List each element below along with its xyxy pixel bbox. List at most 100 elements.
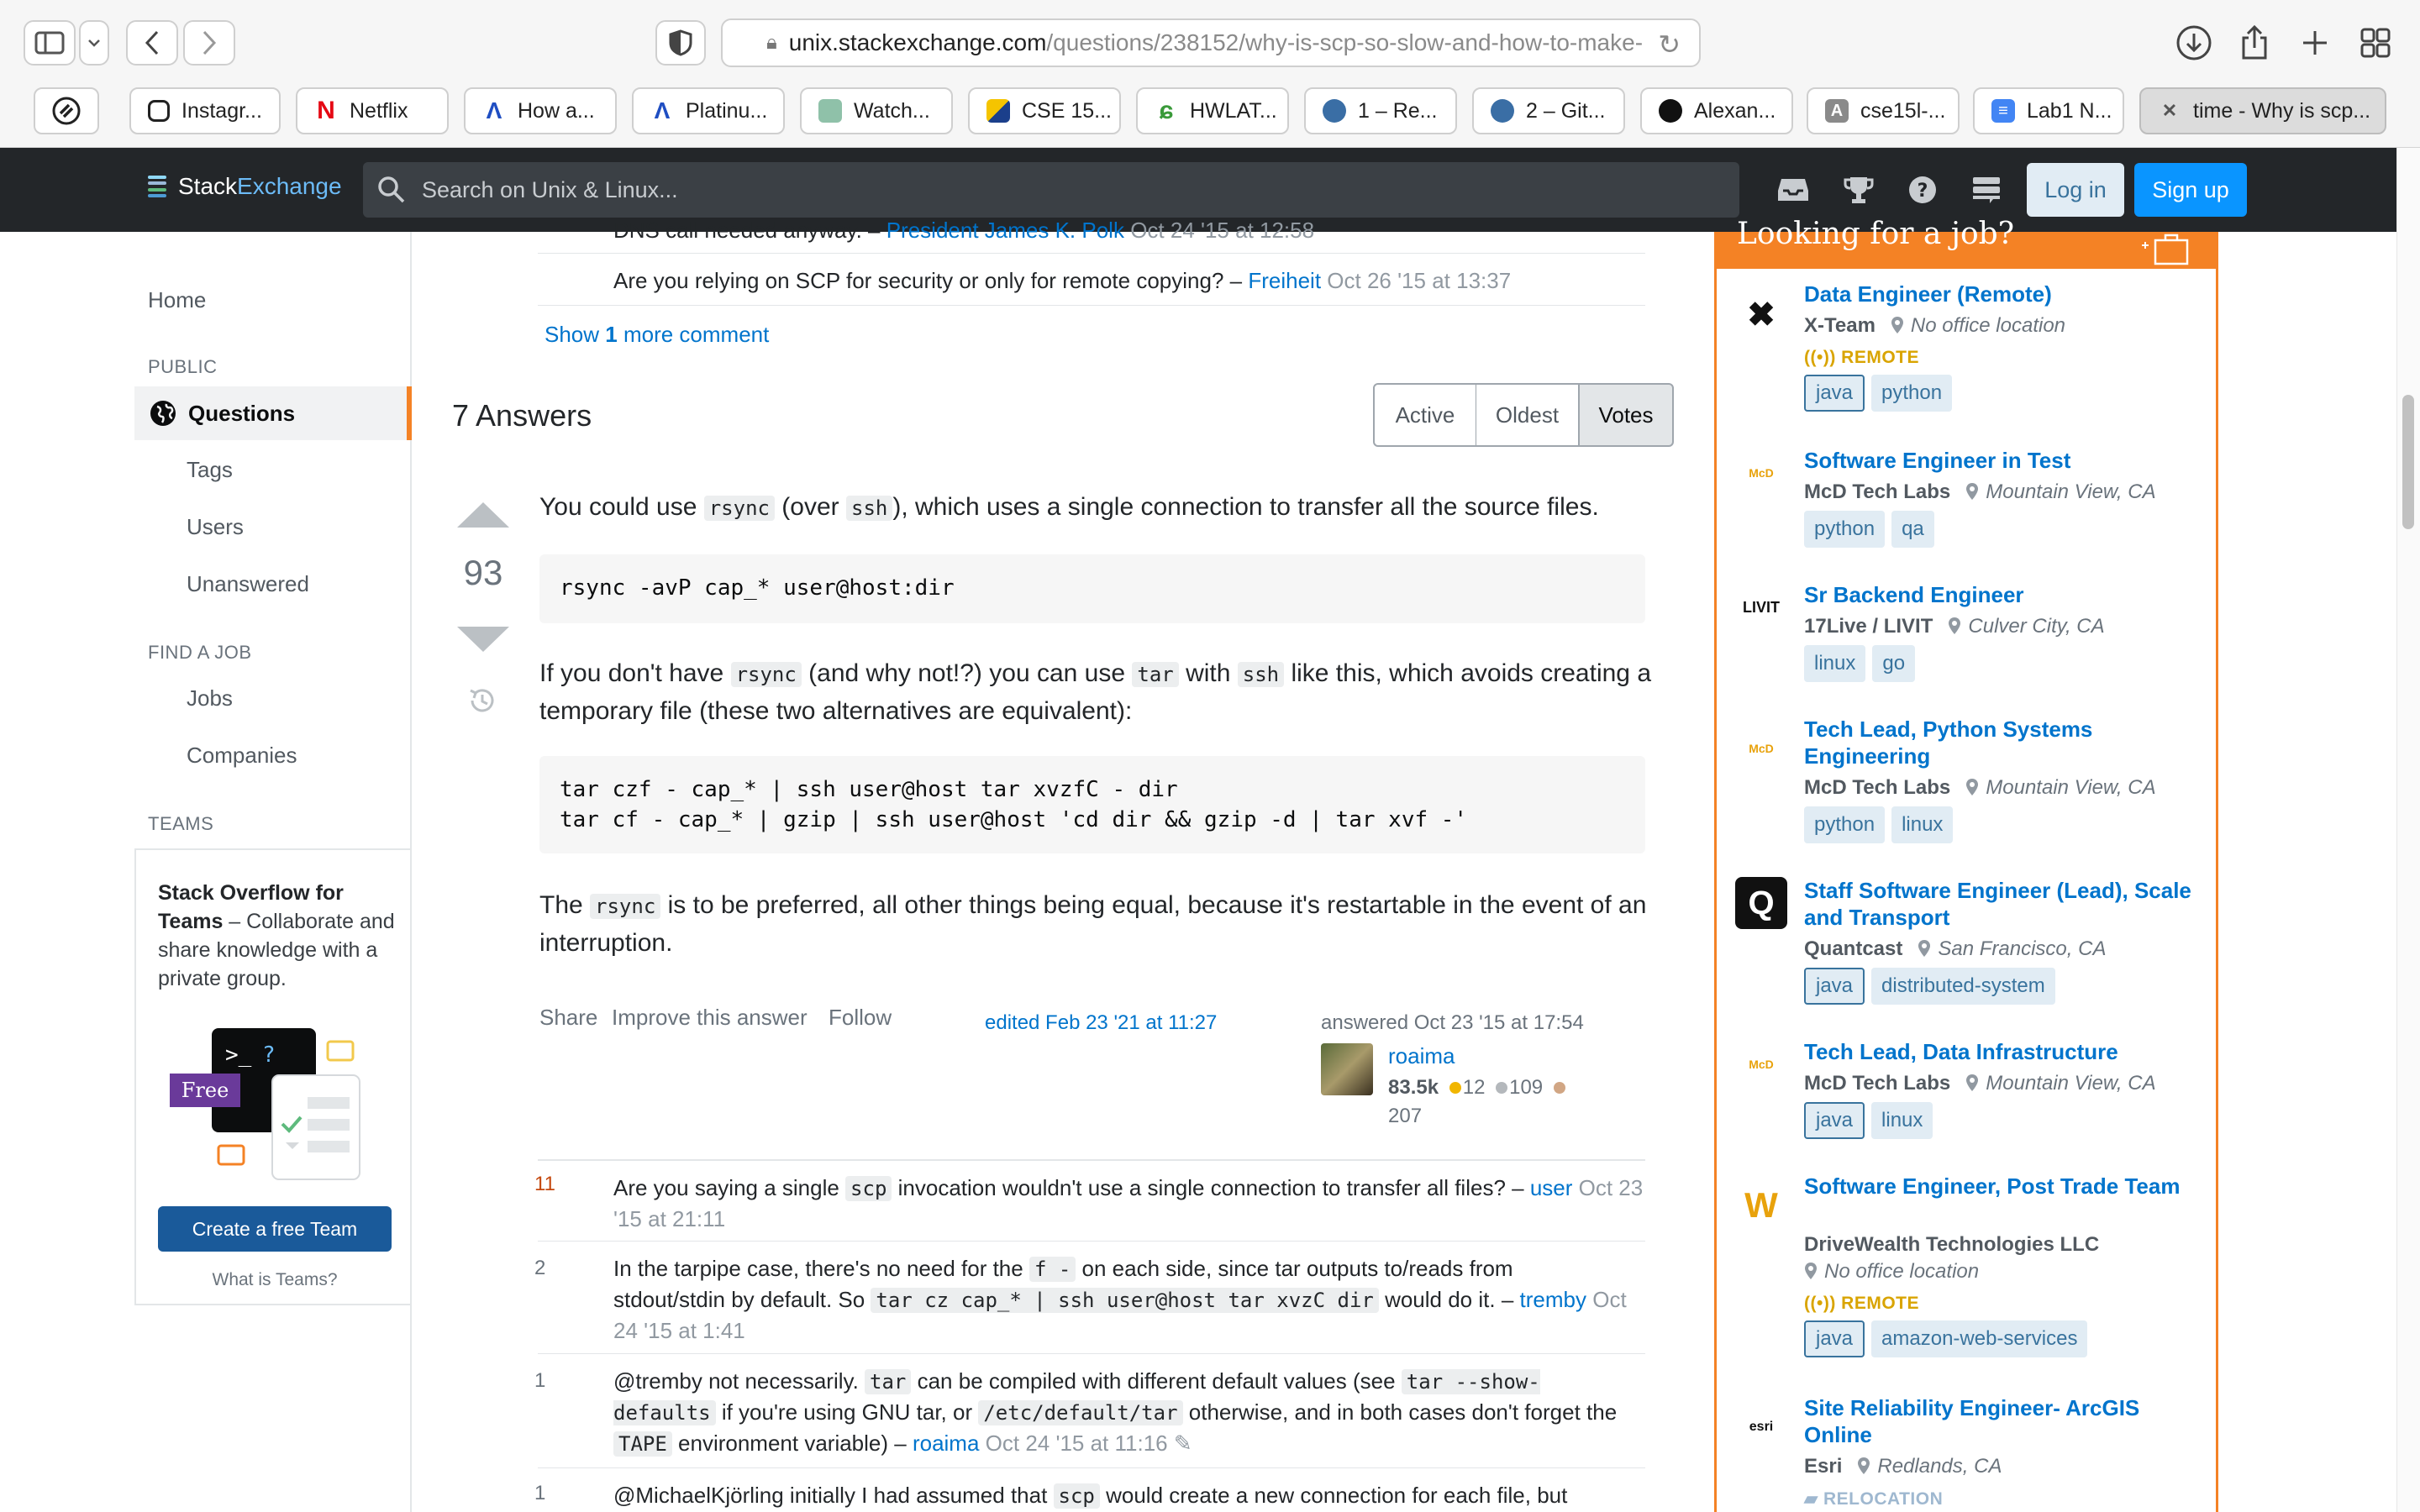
sort-active-button[interactable]: Active: [1373, 383, 1477, 447]
job-company-location: McD Tech Labs Mountain View, CA: [1804, 1072, 2156, 1095]
nav-jobs[interactable]: Jobs: [187, 685, 233, 711]
avatar[interactable]: [1321, 1043, 1373, 1095]
site-switcher-icon[interactable]: [1970, 173, 2003, 207]
edited-info-link[interactable]: edited Feb 23 '21 at 11:27: [985, 1011, 1217, 1035]
mcd-tech-labs-logo-icon: McD: [1749, 1058, 1774, 1071]
upvote-arrow-icon[interactable]: [455, 501, 511, 529]
nav-home[interactable]: Home: [148, 287, 206, 313]
favorite-cse[interactable]: CSE 15...: [968, 87, 1121, 134]
job-title[interactable]: Site Reliability Engineer- ArcGIS Online: [1804, 1394, 2199, 1448]
signup-button[interactable]: Sign up: [2134, 163, 2247, 217]
nav-users[interactable]: Users: [187, 514, 244, 540]
job-title[interactable]: Staff Software Engineer (Lead), Scale an…: [1804, 877, 2199, 931]
tag[interactable]: distributed-system: [1871, 968, 2055, 1005]
tag[interactable]: java: [1804, 1102, 1865, 1139]
job-title[interactable]: Tech Lead, Python Systems Engineering: [1804, 716, 2199, 769]
follow-link[interactable]: Follow: [829, 1005, 892, 1031]
back-icon[interactable]: [126, 20, 178, 66]
tab-overview-icon[interactable]: [2351, 20, 2400, 66]
share-link[interactable]: Share: [539, 1005, 597, 1031]
tag[interactable]: python: [1804, 806, 1886, 843]
tag[interactable]: linux: [1891, 806, 1954, 843]
forward-icon[interactable]: [183, 20, 235, 66]
comment-user-link[interactable]: tremby: [1520, 1287, 1586, 1312]
nav-companies[interactable]: Companies: [187, 743, 297, 769]
nav-tags[interactable]: Tags: [187, 457, 233, 483]
inbox-icon[interactable]: [1776, 173, 1810, 207]
tag[interactable]: python: [1804, 511, 1886, 548]
tag[interactable]: java: [1804, 1320, 1865, 1357]
jobs-header: Looking for a job?: [1717, 217, 2216, 269]
sort-oldest-button[interactable]: Oldest: [1476, 383, 1580, 447]
comment-user-link[interactable]: Freiheit: [1248, 268, 1321, 293]
job-title[interactable]: Software Engineer in Test: [1804, 447, 2199, 474]
a-logo-icon: Λ: [654, 97, 671, 123]
favorite-how[interactable]: Λ How a...: [464, 87, 617, 134]
downloads-icon[interactable]: [2170, 20, 2218, 66]
comment-user-link[interactable]: President James K. Polk: [886, 218, 1124, 243]
scrollbar-thumb[interactable]: [2402, 395, 2414, 529]
create-team-button[interactable]: Create a free Team: [158, 1206, 392, 1252]
chevron-down-icon[interactable]: [79, 20, 109, 66]
reload-icon[interactable]: ↻: [1658, 29, 1681, 60]
nav-questions[interactable]: Questions: [134, 386, 412, 440]
x-team-logo-icon: ✖: [1747, 297, 1776, 333]
job-title[interactable]: Tech Lead, Data Infrastructure: [1804, 1038, 2199, 1065]
comment-user-link[interactable]: user: [1530, 1175, 1573, 1200]
favorite-watch[interactable]: Watch...: [800, 87, 953, 134]
tag[interactable]: python: [1871, 375, 1953, 412]
job-title[interactable]: Software Engineer, Post Trade Team: [1804, 1173, 2199, 1200]
tag[interactable]: amazon-web-services: [1871, 1320, 2088, 1357]
url-bar[interactable]: 🔒︎ unix.stackexchange.com/questions/2381…: [721, 18, 1701, 67]
job-title[interactable]: Sr Backend Engineer: [1804, 581, 2199, 608]
inline-code: f -: [1028, 1257, 1076, 1282]
stackexchange-logo[interactable]: Stack Exchange: [148, 173, 342, 200]
improve-answer-link[interactable]: Improve this answer: [612, 1005, 808, 1031]
favorite-label: Netflix: [350, 98, 408, 123]
location-pin-icon: [1891, 317, 1903, 333]
show-more-comments-link[interactable]: Show 1 more comment: [544, 322, 769, 348]
favorite-netflix[interactable]: N Netflix: [296, 87, 449, 134]
favorite-re[interactable]: 1 – Re...: [1304, 87, 1457, 134]
tag[interactable]: linux: [1871, 1102, 1933, 1139]
share-icon[interactable]: [2230, 20, 2279, 66]
new-tab-icon[interactable]: [2291, 20, 2339, 66]
history-icon[interactable]: [467, 685, 497, 716]
what-is-teams-link[interactable]: What is Teams?: [136, 1270, 413, 1290]
favorite-platinum[interactable]: Λ Platinu...: [632, 87, 785, 134]
tab-current[interactable]: ✕ time - Why is scp...: [2139, 87, 2386, 134]
comment-user-link[interactable]: roaima: [913, 1431, 979, 1456]
favorite-lab1[interactable]: ≡ Lab1 N...: [1973, 87, 2124, 134]
help-icon[interactable]: ?: [1906, 173, 1939, 207]
tag[interactable]: qa: [1891, 511, 1934, 548]
favorite-instagram[interactable]: Instagr...: [129, 87, 281, 134]
job-tags: java linux: [1804, 1102, 1933, 1139]
favorite-hwlat[interactable]: ɕ HWLAT...: [1136, 87, 1289, 134]
privacy-shield-icon[interactable]: [655, 20, 706, 66]
user-link[interactable]: roaima: [1388, 1043, 1455, 1069]
inline-code: ssh: [846, 496, 893, 521]
sidebar-toggle-icon[interactable]: [24, 20, 76, 66]
favorite-alexan[interactable]: Alexan...: [1640, 87, 1793, 134]
tag[interactable]: linux: [1804, 645, 1866, 682]
sort-votes-button[interactable]: Votes: [1578, 383, 1674, 447]
tag[interactable]: go: [1872, 645, 1916, 682]
tag[interactable]: java: [1804, 375, 1865, 412]
job-title[interactable]: Data Engineer (Remote): [1804, 281, 2199, 307]
remote-badge: ((•)) REMOTE: [1804, 1294, 1920, 1313]
close-icon[interactable]: ✕: [2158, 99, 2181, 123]
job-company-location: Quantcast San Francisco, CA: [1804, 937, 2107, 960]
favorite-cse15l[interactable]: Acse15l-...: [1807, 87, 1960, 134]
search-icon: [378, 176, 405, 203]
favorite-chain[interactable]: [34, 87, 99, 134]
login-button[interactable]: Log in: [2027, 163, 2124, 217]
downvote-arrow-icon[interactable]: [455, 625, 511, 654]
achievements-trophy-icon[interactable]: [1842, 173, 1876, 207]
tag[interactable]: java: [1804, 968, 1865, 1005]
job-company-location: McD Tech Labs Mountain View, CA: [1804, 776, 2156, 799]
comment: @tremby not necessarily. tar can be comp…: [538, 1354, 1645, 1468]
favorite-git[interactable]: 2 – Git...: [1472, 87, 1625, 134]
page-scrollbar[interactable]: [2396, 148, 2420, 1512]
nav-unanswered[interactable]: Unanswered: [187, 571, 309, 597]
site-search-input[interactable]: Search on Unix & Linux...: [363, 162, 1739, 218]
